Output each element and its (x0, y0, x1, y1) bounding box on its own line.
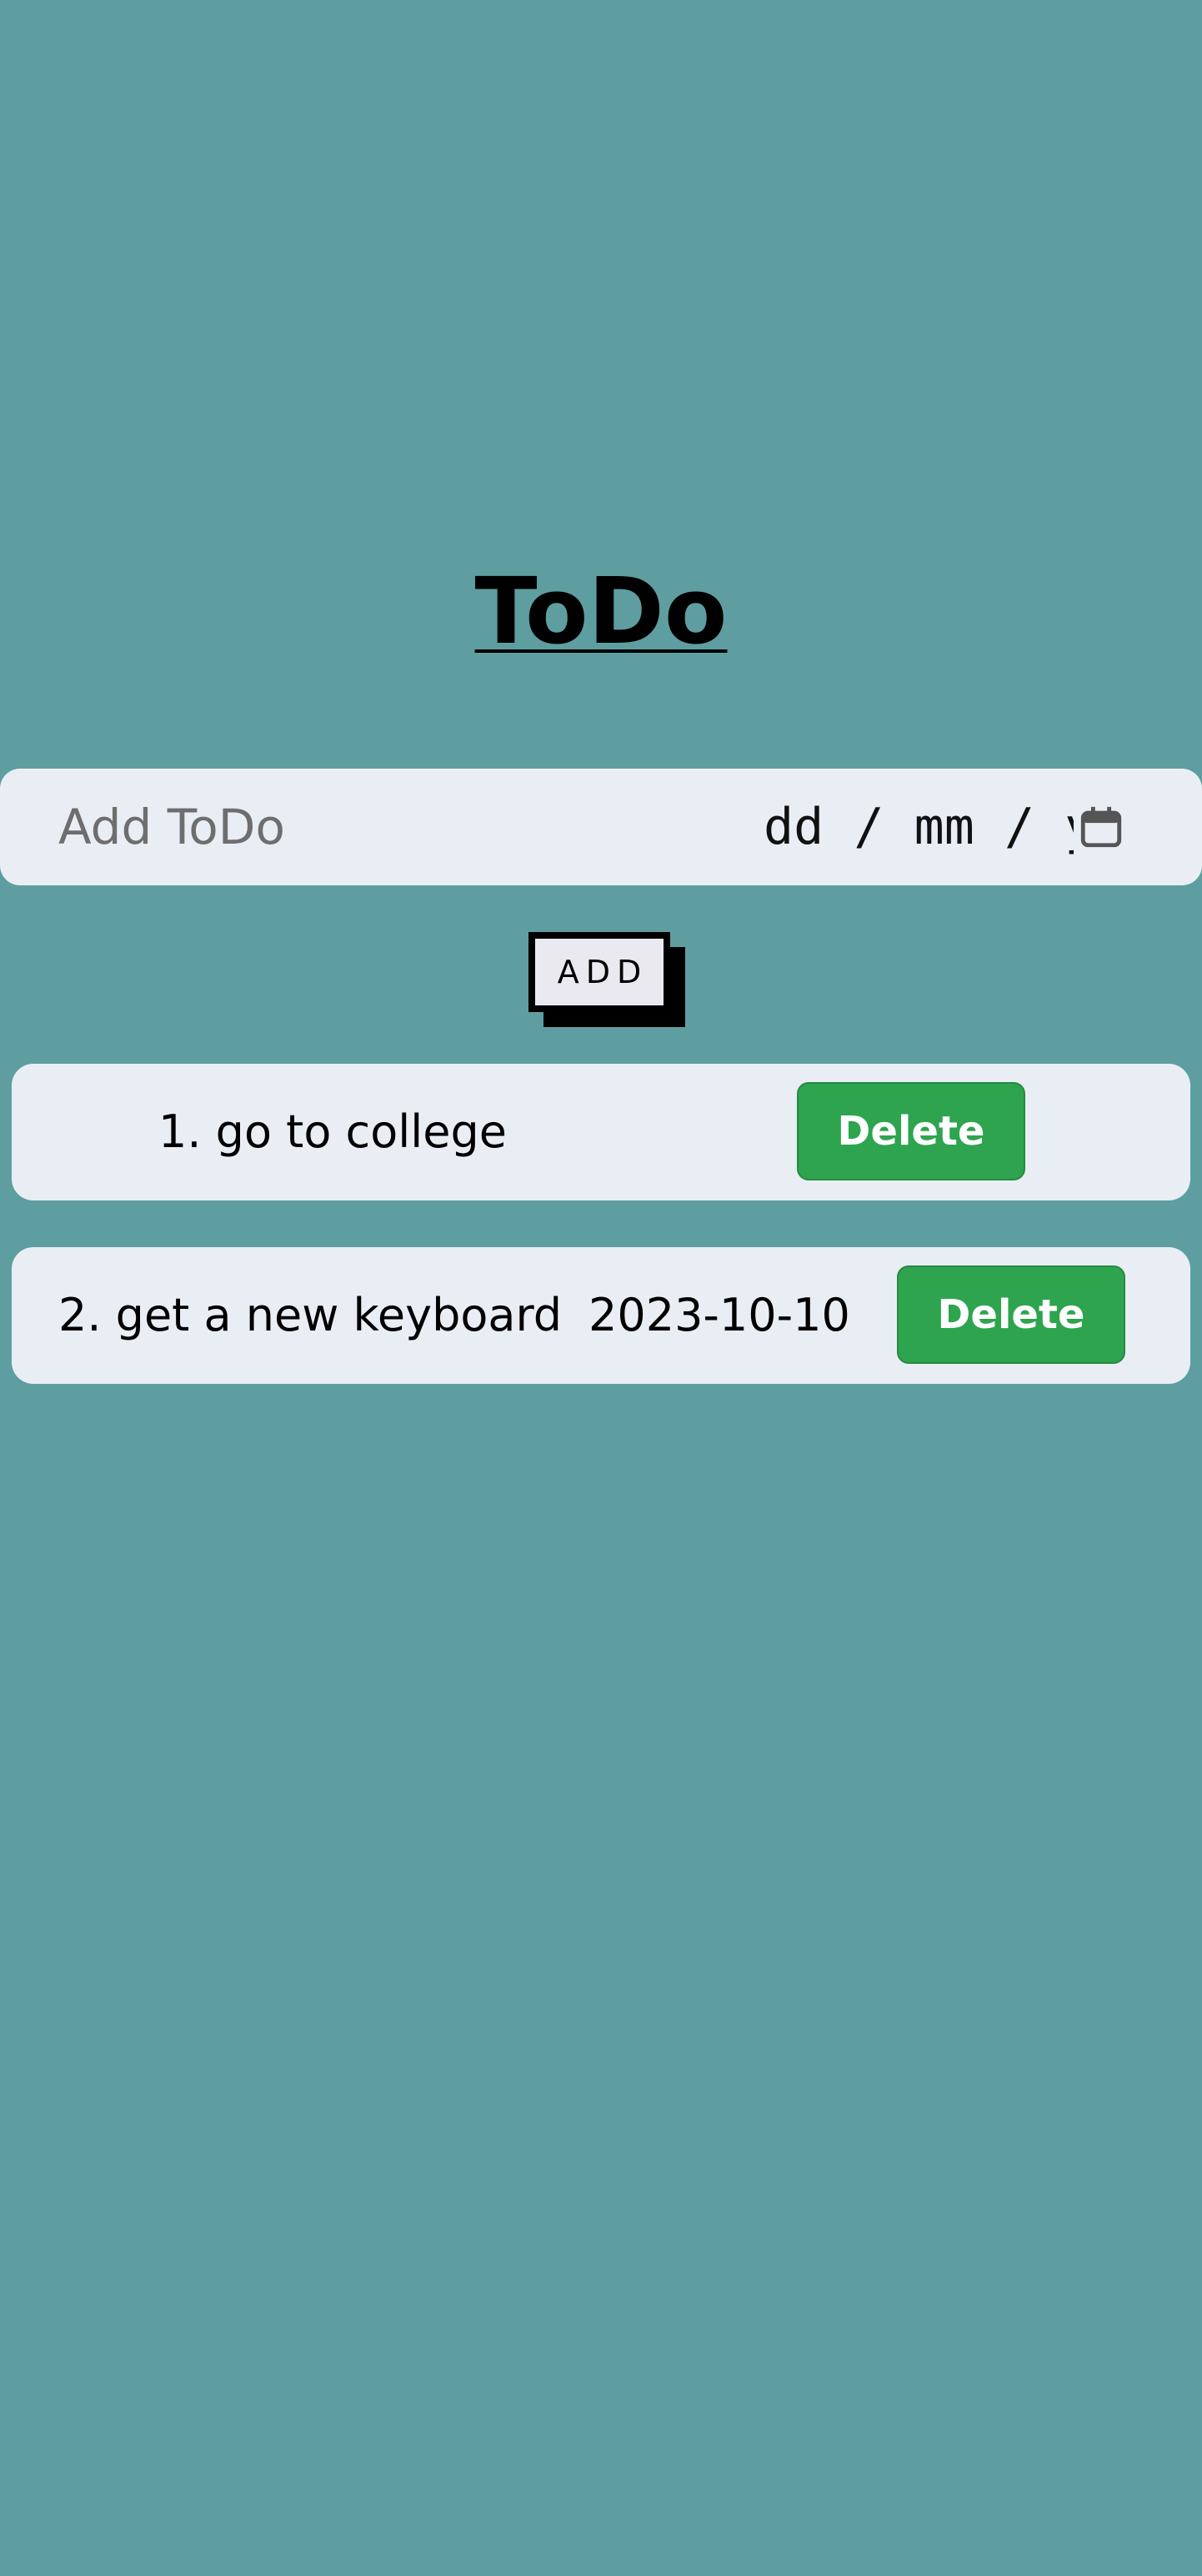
date-input[interactable]: dd / mm / yyyy (764, 794, 1130, 860)
todo-item-text: 1. go to college (158, 1105, 507, 1158)
todo-item-text: 2. get a new keyboard (58, 1289, 563, 1341)
delete-button[interactable]: Delete (897, 1265, 1125, 1364)
add-button[interactable]: ADD (528, 932, 670, 1012)
todo-item: 2. get a new keyboard 2023-10-10 Delete (12, 1247, 1190, 1384)
todo-item-date: 2023-10-10 (588, 1289, 850, 1341)
add-todo-input[interactable] (58, 794, 642, 860)
delete-button[interactable]: Delete (797, 1082, 1025, 1180)
date-input-text[interactable]: dd / mm / yyyy (764, 798, 1074, 856)
page-title: ToDo (474, 558, 728, 664)
todo-item: 1. go to college Delete (12, 1064, 1190, 1200)
calendar-icon[interactable] (1077, 803, 1125, 851)
add-todo-bar: dd / mm / yyyy (0, 769, 1202, 885)
